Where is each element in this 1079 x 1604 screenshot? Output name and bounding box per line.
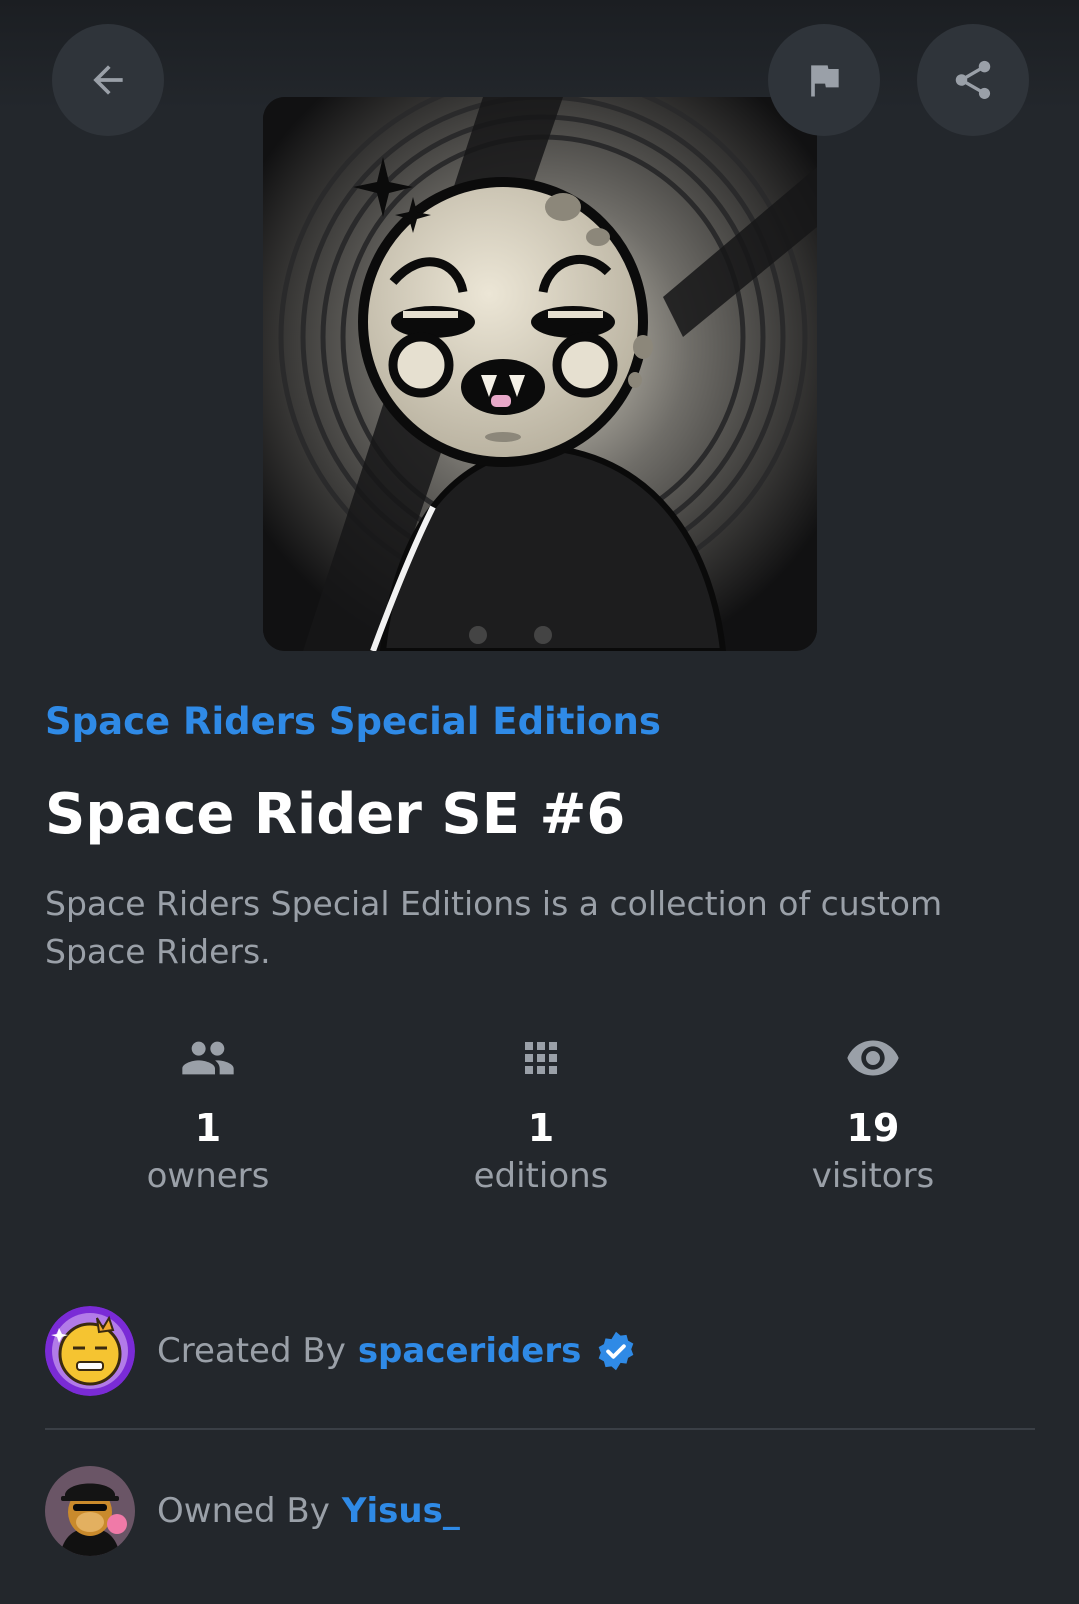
creator-avatar[interactable] (45, 1306, 135, 1396)
owner-name-link[interactable]: Yisus_ (342, 1491, 460, 1531)
back-button[interactable] (52, 24, 164, 136)
visitors-count: 19 (846, 1106, 900, 1150)
ape-avatar-image (45, 1466, 135, 1556)
stat-owners[interactable]: 1 owners (83, 1030, 333, 1200)
eye-icon (847, 1040, 899, 1076)
created-by-label: Created By (157, 1331, 346, 1371)
collection-link[interactable]: Space Riders Special Editions (45, 700, 661, 743)
visitors-label: visitors (811, 1156, 935, 1196)
share-button[interactable] (917, 24, 1029, 136)
verified-badge-icon (599, 1331, 634, 1371)
grid-icon (525, 1042, 557, 1074)
report-button[interactable] (768, 24, 880, 136)
share-icon (955, 60, 991, 100)
nft-detail-page: Space Riders Special Editions Space Ride… (0, 0, 1079, 1604)
creator-row[interactable]: Created By spaceriders (45, 1306, 637, 1396)
owners-label: owners (146, 1156, 270, 1196)
divider (45, 1428, 1035, 1430)
artwork-image (263, 97, 817, 651)
arrow-left-icon (93, 65, 123, 95)
creator-name-link[interactable]: spaceriders (358, 1331, 582, 1371)
stat-editions[interactable]: 1 editions (416, 1030, 666, 1200)
editions-count: 1 (527, 1106, 555, 1150)
owner-row[interactable]: Owned By Yisus_ (45, 1466, 460, 1556)
nft-artwork[interactable] (263, 97, 817, 651)
nft-title: Space Rider SE #6 (45, 782, 626, 847)
nft-description: Space Riders Special Editions is a colle… (45, 884, 943, 971)
people-icon (182, 1041, 234, 1075)
owned-by-label: Owned By (157, 1491, 330, 1531)
editions-label: editions (473, 1156, 609, 1196)
flag-icon (811, 65, 839, 97)
owners-count: 1 (194, 1106, 222, 1150)
owner-avatar[interactable] (45, 1466, 135, 1556)
stat-visitors[interactable]: 19 visitors (748, 1030, 998, 1200)
emoji-avatar-image (45, 1306, 135, 1396)
